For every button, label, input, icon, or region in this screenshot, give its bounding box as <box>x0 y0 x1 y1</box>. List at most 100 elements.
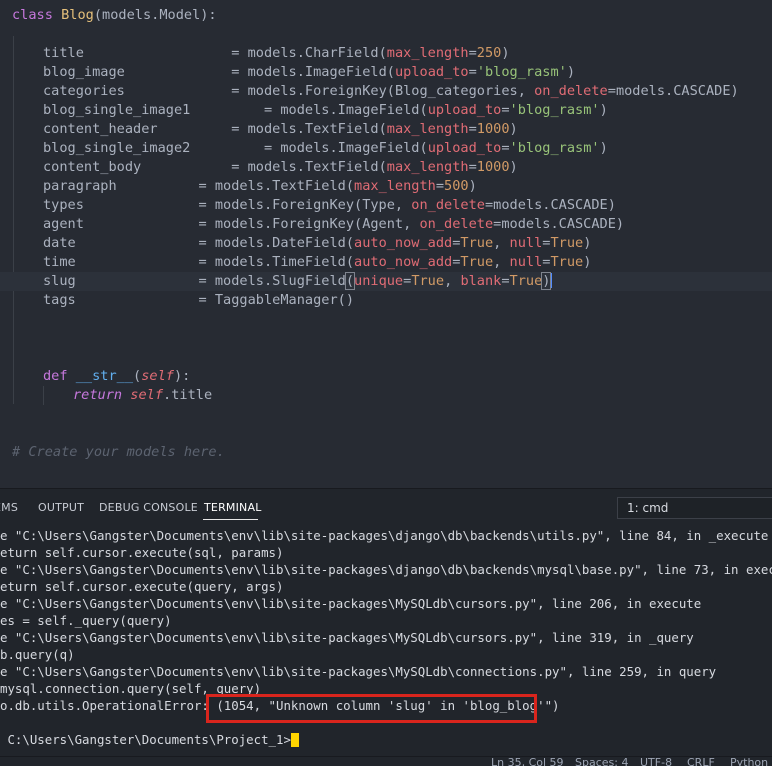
matched-bracket: ) <box>541 272 552 290</box>
arg-sep: , <box>493 254 510 270</box>
tab-debug-console[interactable]: DEBUG CONSOLE <box>99 501 198 514</box>
code-line-field: blog_single_image2 = models.ImageField(u… <box>0 139 772 158</box>
class-name: Blog <box>61 7 94 23</box>
assign-op: = <box>231 159 248 175</box>
terminal-cursor <box>290 733 299 747</box>
arg-value: models.CASCADE <box>493 197 608 213</box>
arg-value: 'blog_rasm' <box>509 140 600 156</box>
arg-value: 'blog_rasm' <box>476 64 567 80</box>
arg-value: True <box>411 273 445 289</box>
assign-op: = <box>198 254 215 270</box>
arg-value: 'blog_rasm' <box>509 102 600 118</box>
assign-op: = <box>198 178 215 194</box>
field-name: content_header <box>43 121 232 137</box>
arg-keyword: auto_now_add <box>354 235 453 251</box>
arg-keyword: max_length <box>386 159 469 175</box>
status-encoding[interactable]: UTF-8 <box>640 757 672 766</box>
return-keyword: return <box>73 387 123 403</box>
close-paren: ) <box>615 216 625 232</box>
close-paren: ) <box>583 235 592 251</box>
close-paren: ) <box>468 178 477 194</box>
assign-op: = <box>263 102 281 118</box>
assign-op: = <box>231 45 248 61</box>
terminal-line: e "C:\Users\Gangster\Documents\env\lib\s… <box>0 664 717 679</box>
code-line-field: date = models.DateField(auto_now_add=Tru… <box>0 234 772 253</box>
arg-eq: = <box>468 45 477 61</box>
field-name: blog_image <box>43 64 232 80</box>
arg-eq: = <box>468 159 477 175</box>
arg-eq: = <box>501 102 510 118</box>
close-paren: ) <box>501 45 510 61</box>
arg-value: 1000 <box>476 159 510 175</box>
field-name: time <box>43 254 199 270</box>
arg-keyword: max_length <box>386 45 469 61</box>
def-param: self <box>141 368 174 384</box>
terminal-select[interactable]: 1: cmd <box>617 497 772 519</box>
field-call: models.CharField( <box>247 45 387 61</box>
code-editor[interactable]: class Blog(models.Model): title = models… <box>0 0 772 488</box>
field-name: date <box>43 235 199 251</box>
status-indentation[interactable]: Spaces: 4 <box>575 757 628 766</box>
arg-keyword: upload_to <box>427 102 502 118</box>
field-call: models.TextField( <box>214 178 355 194</box>
assign-op: = <box>198 197 215 213</box>
arg-keyword: on_delete <box>534 83 608 99</box>
terminal-line: e "C:\Users\Gangster\Documents\env\lib\s… <box>0 528 769 543</box>
arg-keyword: auto_now_add <box>354 254 453 270</box>
field-call: models.ForeignKey(Type, <box>214 197 412 213</box>
terminal-line: eturn self.cursor.execute(sql, params) <box>0 545 284 560</box>
tab-problems[interactable]: EMS <box>0 501 18 514</box>
field-name: title <box>43 45 232 61</box>
field-name: types <box>43 197 199 213</box>
arg-sep: , <box>444 273 461 289</box>
arg-value: models.CASCADE <box>501 216 616 232</box>
assign-op: = <box>198 216 215 232</box>
close-paren: ) <box>509 159 518 175</box>
code-line-class: class Blog(models.Model): <box>0 6 772 25</box>
field-call: models.ForeignKey(Agent, <box>214 216 420 232</box>
arg-keyword: on_delete <box>419 216 494 232</box>
arg-keyword: null <box>509 254 543 270</box>
arg-keyword: null <box>509 235 543 251</box>
return-self: self <box>130 387 164 403</box>
arg-value: True <box>460 235 494 251</box>
field-name: content_body <box>43 159 232 175</box>
terminal-line: b.query(q) <box>0 647 75 662</box>
field-call: models.ForeignKey(Blog_categories, <box>247 83 535 99</box>
status-eol[interactable]: CRLF <box>687 757 715 766</box>
status-language[interactable]: Python <box>730 757 768 766</box>
field-name: blog_single_image2 <box>43 140 264 156</box>
status-cursor-position[interactable]: Ln 35, Col 59 <box>491 757 564 766</box>
arg-eq: = <box>468 121 477 137</box>
close-paren: ) <box>607 197 616 213</box>
code-line-return: return self.title <box>0 386 772 405</box>
arg-keyword: unique <box>354 273 404 289</box>
assign-op: = <box>231 83 248 99</box>
class-keyword: class <box>12 7 53 23</box>
tab-terminal[interactable]: TERMINAL <box>204 501 262 514</box>
status-bar: Ln 35, Col 59 Spaces: 4 UTF-8 CRLF Pytho… <box>0 756 772 766</box>
active-tab-indicator <box>203 519 258 520</box>
tab-output[interactable]: OUTPUT <box>38 501 84 514</box>
field-name: slug <box>43 273 199 289</box>
code-line-field: content_body = models.TextField(max_leng… <box>0 158 772 177</box>
field-call: models.TextField( <box>247 159 387 175</box>
panel-tabs: EMS OUTPUT DEBUG CONSOLE TERMINAL 1: cmd <box>0 489 772 525</box>
arg-value: 500 <box>444 178 469 194</box>
bottom-panel: EMS OUTPUT DEBUG CONSOLE TERMINAL 1: cmd… <box>0 488 772 766</box>
code-line-field: blog_image = models.ImageField(upload_to… <box>0 63 772 82</box>
code-line-field: categories = models.ForeignKey(Blog_cate… <box>0 82 772 101</box>
arg-value: models.CASCADE <box>615 83 731 99</box>
matched-bracket: ( <box>344 272 356 290</box>
close-paren: ) <box>583 254 592 270</box>
arg-keyword: upload_to <box>427 140 502 156</box>
arg-eq: = <box>501 273 510 289</box>
code-line-field: slug = models.SlugField(unique=True, bla… <box>0 272 772 291</box>
code-line-field: title = models.CharField(max_length=250) <box>0 44 772 63</box>
arg-eq: = <box>501 140 510 156</box>
assign-op: = <box>231 64 248 80</box>
arg-eq: = <box>484 197 494 213</box>
assign-op: = <box>198 273 215 289</box>
code-comment: # Create your models here. <box>12 444 225 460</box>
code-line-field: blog_single_image1 = models.ImageField(u… <box>0 101 772 120</box>
